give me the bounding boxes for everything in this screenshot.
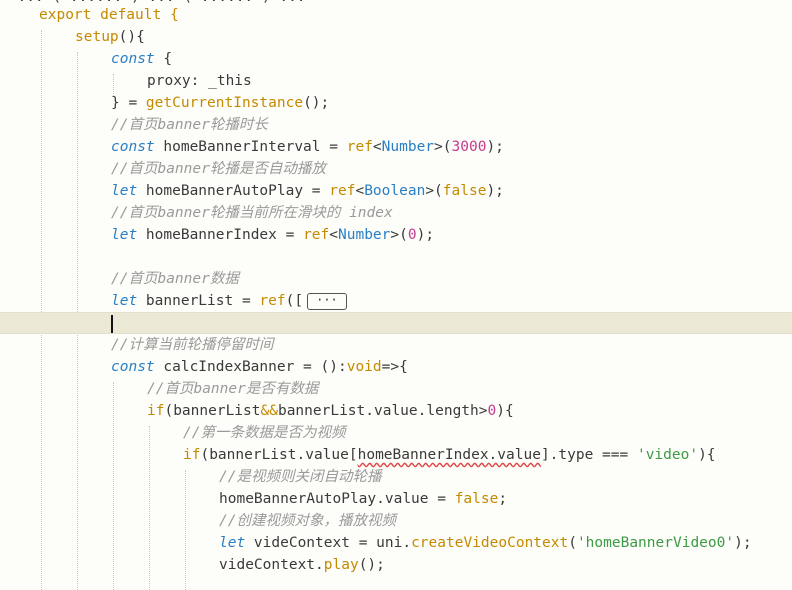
- code-comment[interactable]: //首页banner数据: [0, 268, 792, 290]
- code-line[interactable]: let bannerList = ref([···: [0, 290, 792, 312]
- code-line[interactable]: } = getCurrentInstance();: [0, 92, 792, 114]
- code-line[interactable]: let homeBannerIndex = ref<Number>(0);: [0, 224, 792, 246]
- spelling-warning-text[interactable]: homeBannerIndex.value: [358, 447, 541, 463]
- folded-code-button[interactable]: ···: [307, 292, 347, 310]
- code-line[interactable]: const {: [0, 48, 792, 70]
- code-line[interactable]: homeBannerAutoPlay.value = false;: [0, 488, 792, 510]
- code-line[interactable]: videContext.play();: [0, 554, 792, 576]
- code-comment[interactable]: //第一条数据是否为视频: [0, 422, 792, 444]
- code-line[interactable]: proxy: _this: [0, 70, 792, 92]
- code-comment[interactable]: //首页banner轮播当前所在滑块的 index: [0, 202, 792, 224]
- code-line[interactable]: setup(){: [0, 26, 792, 48]
- code-line[interactable]: const calcIndexBanner = ():void=>{: [0, 356, 792, 378]
- current-line[interactable]: [0, 312, 792, 334]
- code-comment[interactable]: //是视频则关闭自动轮播: [0, 466, 792, 488]
- code-line[interactable]: let videContext = uni.createVideoContext…: [0, 532, 792, 554]
- code-line[interactable]: export default {: [0, 4, 792, 26]
- code-comment[interactable]: //首页banner轮播时长: [0, 114, 792, 136]
- code-line[interactable]: const homeBannerInterval = ref<Number>(3…: [0, 136, 792, 158]
- text-cursor: [111, 315, 113, 333]
- code-editor[interactable]: ... ( ...... ) ... ( ...... ) ... export…: [0, 0, 792, 590]
- code-line[interactable]: let homeBannerAutoPlay = ref<Boolean>(fa…: [0, 180, 792, 202]
- code-line[interactable]: if(bannerList.value[homeBannerIndex.valu…: [0, 444, 792, 466]
- code-line[interactable]: if(bannerList&&bannerList.value.length>0…: [0, 400, 792, 422]
- code-comment[interactable]: //首页banner轮播是否自动播放: [0, 158, 792, 180]
- code-comment[interactable]: //创建视频对象，播放视频: [0, 510, 792, 532]
- code-comment[interactable]: //首页banner是否有数据: [0, 378, 792, 400]
- code-comment[interactable]: //计算当前轮播停留时间: [0, 334, 792, 356]
